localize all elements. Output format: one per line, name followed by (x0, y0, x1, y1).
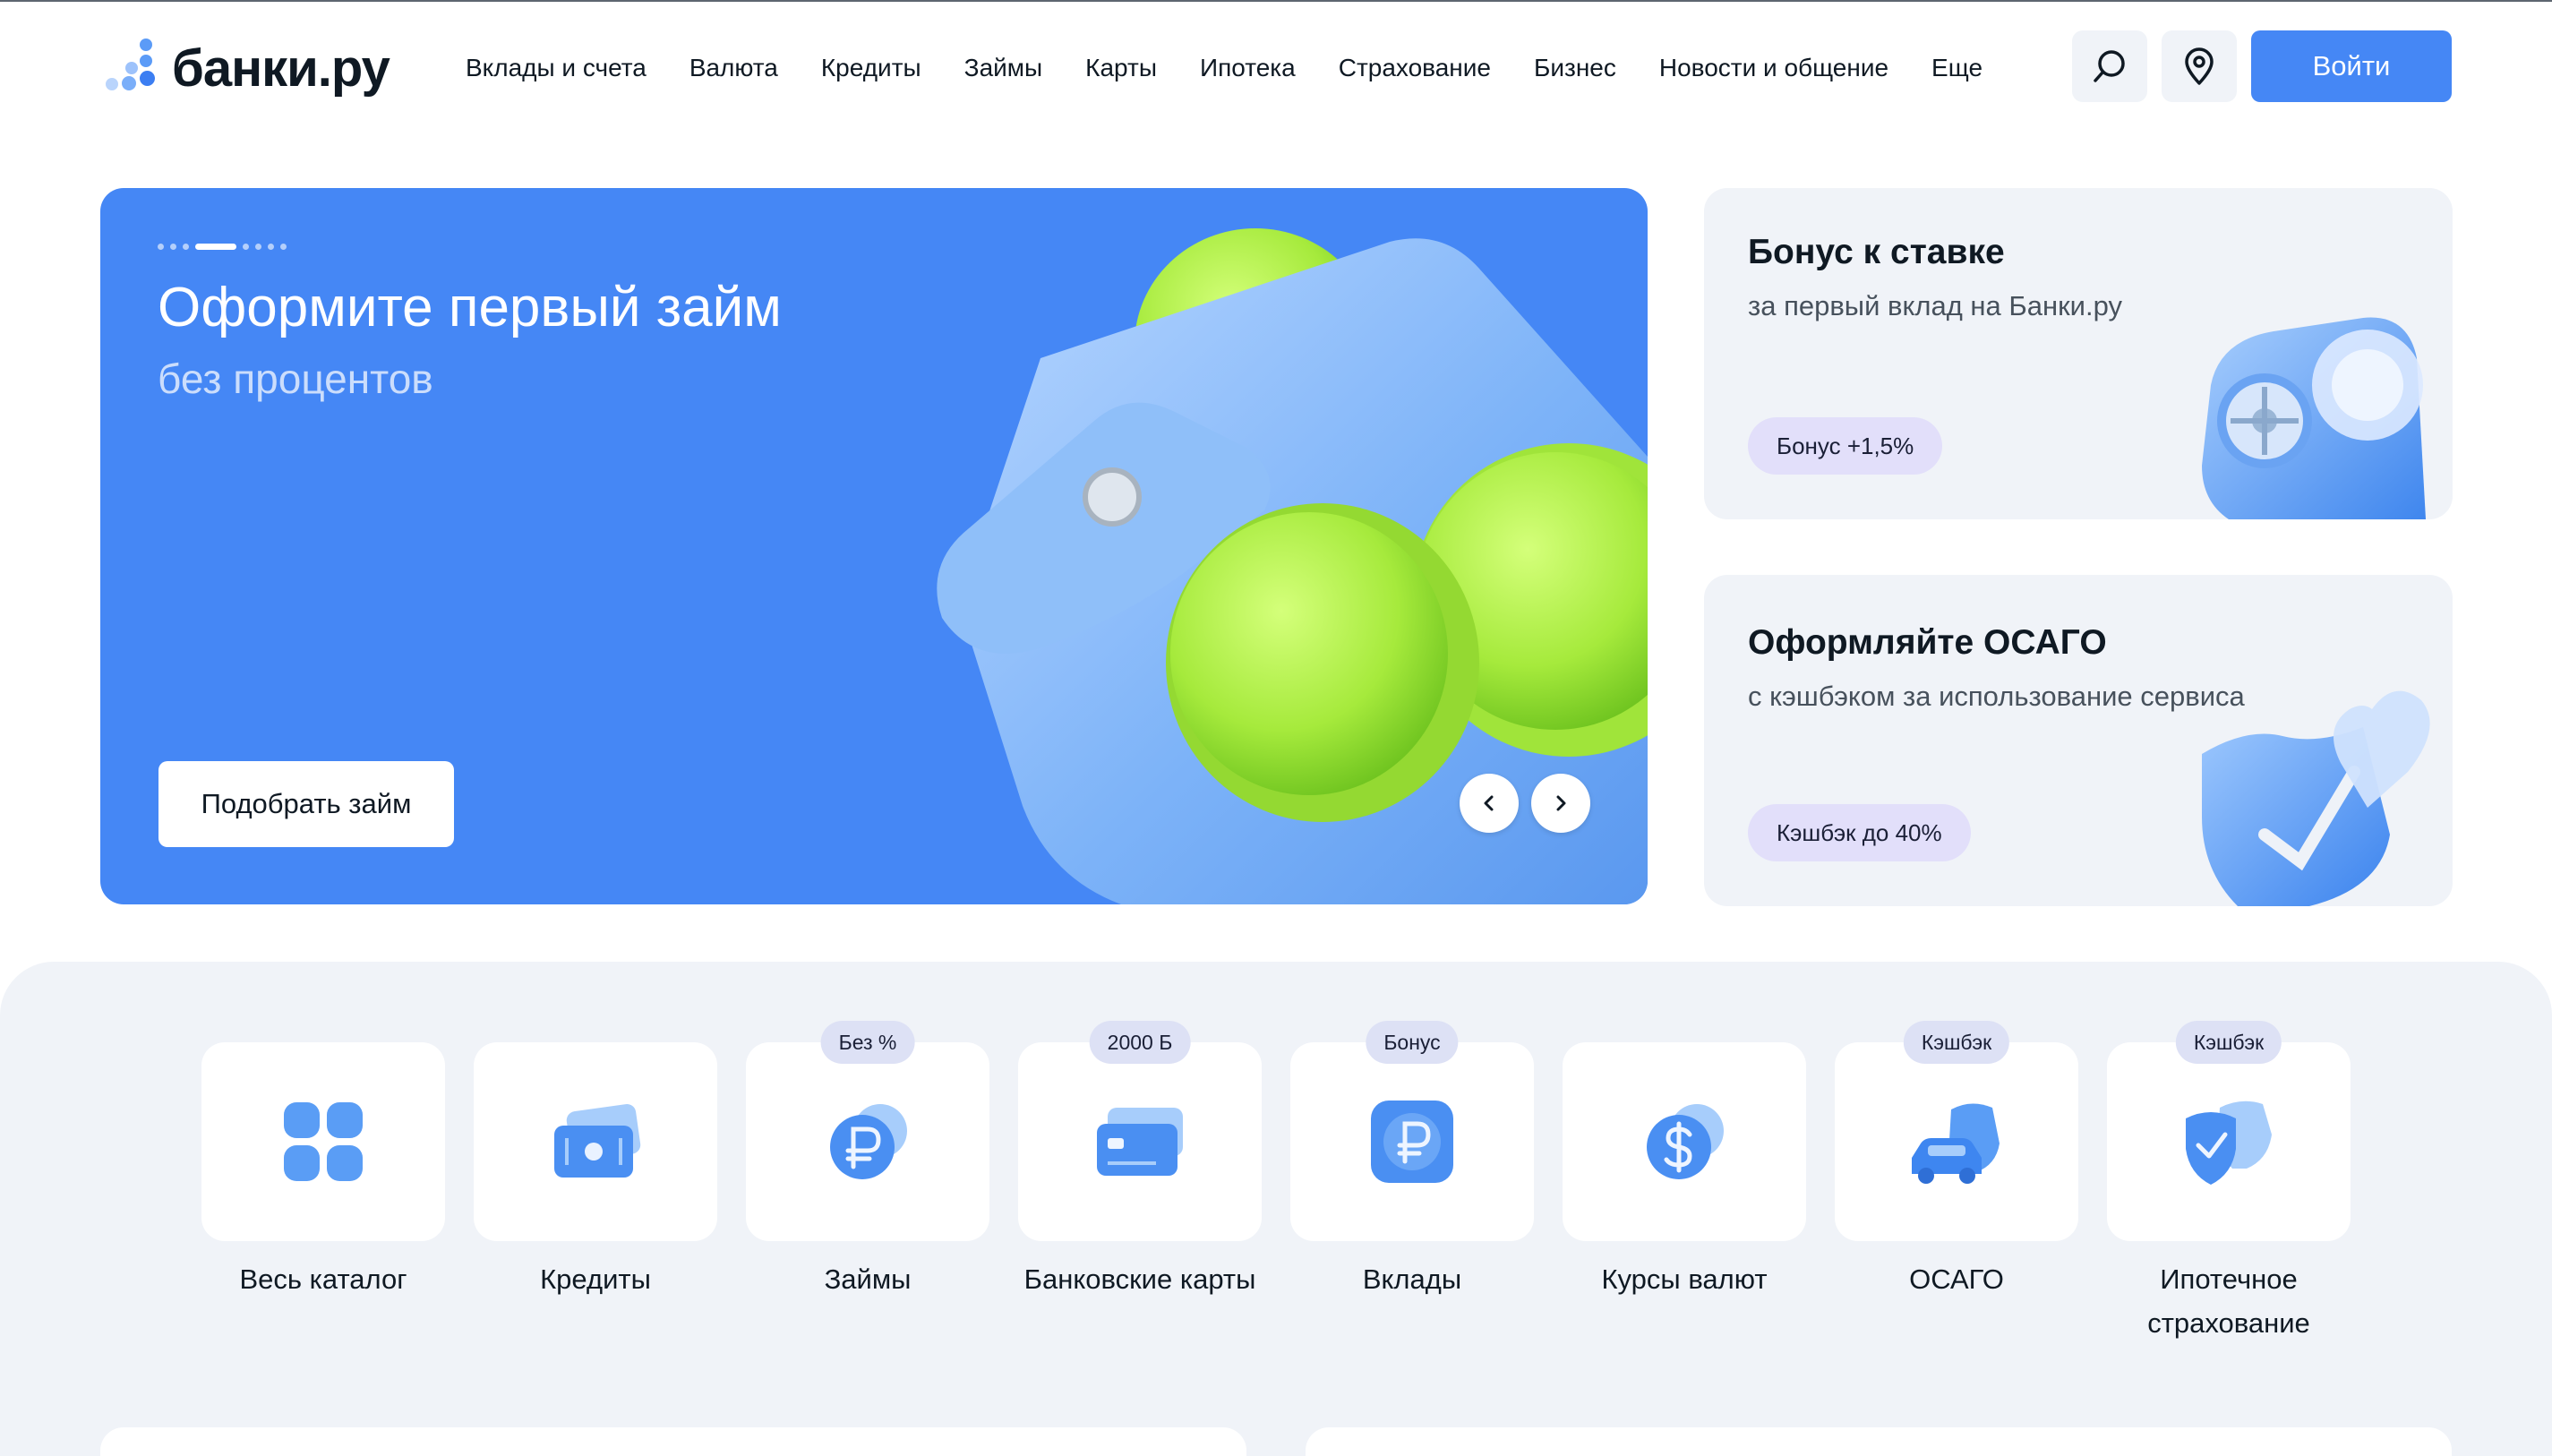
slider-next-button[interactable] (1531, 774, 1590, 833)
hero-title: Оформите первый займ (158, 277, 782, 338)
cash-icon (554, 1103, 641, 1178)
slider-prev-button[interactable] (1460, 774, 1519, 833)
nav-news[interactable]: Новости и общение (1659, 54, 1888, 82)
catalog-tile: Бонус (1290, 1021, 1534, 1241)
nav-more[interactable]: Еще (1931, 54, 1983, 82)
catalog-tile: Кэшбэк (1835, 1021, 2078, 1241)
catalog-label: Банковские карты (1023, 1263, 1256, 1295)
logo-text: банки.ру (172, 39, 390, 98)
promo-title: Оформляйте ОСАГО (1748, 623, 2107, 662)
nav-business[interactable]: Бизнес (1534, 54, 1616, 82)
catalog-item-loans[interactable]: Без % Займы (746, 1021, 989, 1301)
catalog-label: Весь каталог (239, 1263, 407, 1295)
catalog-badge: Кэшбэк (1903, 1021, 2010, 1064)
catalog-item-osago[interactable]: Кэшбэк ОСАГО (1835, 1021, 2078, 1301)
chevron-right-icon (1556, 795, 1566, 811)
catalog-item-mortgage-insurance[interactable]: Кэшбэк Ипотечное страхование (2107, 1021, 2351, 1345)
catalog-label: Курсы валют (1601, 1263, 1768, 1295)
search-icon (2094, 50, 2125, 82)
catalog-item-bank-cards[interactable]: 2000 Б Банковские карты (1018, 1021, 1262, 1301)
main-nav: Вклады и счета Валюта Кредиты Займы Карт… (466, 54, 2025, 82)
shield-heart-illustration (2202, 690, 2430, 906)
catalog-tile (474, 1042, 717, 1241)
catalog-label: Займы (824, 1263, 912, 1295)
car-shield-icon (1912, 1103, 2000, 1184)
dollar-coin-icon (1647, 1104, 1724, 1179)
catalog-label: Ипотечное страхование (2147, 1263, 2310, 1339)
catalog-tile (1563, 1042, 1806, 1241)
promo-badge: Кэшбэк до 40% (1748, 804, 1971, 861)
nav-cards[interactable]: Карты (1085, 54, 1157, 82)
catalog-tile: Без % (746, 1021, 989, 1241)
slider-dots[interactable] (158, 244, 293, 250)
nav-currency[interactable]: Валюта (689, 54, 778, 82)
ruble-square-icon (1371, 1101, 1453, 1183)
catalog-tile (201, 1042, 445, 1241)
location-button[interactable] (2162, 30, 2237, 102)
promo-badge: Бонус +1,5% (1748, 417, 1943, 475)
catalog-badge: 2000 Б (1089, 1021, 1191, 1064)
catalog-item-deposits[interactable]: Бонус Вклады (1290, 1021, 1534, 1301)
catalog-label: Вклады (1362, 1263, 1462, 1295)
catalog-badge: Бонус (1366, 1021, 1459, 1064)
logo-dots-icon (100, 37, 159, 99)
content-card (1306, 1427, 2452, 1456)
pick-loan-button[interactable]: Подобрать займ (158, 761, 454, 847)
promo-title: Бонус к ставке (1748, 233, 2005, 271)
hero-subtitle: без процентов (158, 355, 433, 402)
nav-mortgage[interactable]: Ипотека (1200, 54, 1296, 82)
login-button[interactable]: Войти (2251, 30, 2452, 102)
catalog-label: ОСАГО (1909, 1263, 2004, 1295)
promo-card-osago[interactable]: Оформляйте ОСАГО с кэшбэком за использов… (1704, 575, 2453, 906)
catalog-item-all[interactable]: Весь каталог (201, 1042, 445, 1301)
grid-icon (284, 1102, 363, 1181)
catalog-item-credits[interactable]: Кредиты (474, 1042, 717, 1301)
nav-credits[interactable]: Кредиты (821, 54, 921, 82)
catalog-item-exchange-rates[interactable]: Курсы валют (1563, 1042, 1806, 1301)
logo[interactable]: банки.ру (100, 34, 390, 102)
catalog-badge: Кэшбэк (2175, 1021, 2282, 1064)
nav-insurance[interactable]: Страхование (1339, 54, 1491, 82)
nav-deposits[interactable]: Вклады и счета (466, 54, 647, 82)
chevron-left-icon (1484, 795, 1494, 811)
ruble-coin-icon (830, 1104, 907, 1179)
safe-illustration (2202, 317, 2426, 519)
catalog-tile: 2000 Б (1018, 1021, 1262, 1241)
bank-card-icon (1097, 1108, 1183, 1176)
search-button[interactable] (2072, 30, 2147, 102)
catalog-badge: Без % (820, 1021, 915, 1064)
shield-check-icon (2186, 1101, 2272, 1185)
nav-loans[interactable]: Займы (964, 54, 1043, 82)
catalog-label: Кредиты (540, 1263, 651, 1295)
hero-banner[interactable]: Оформите первый займ без процентов Подоб… (100, 188, 1648, 904)
promo-card-deposit-bonus[interactable]: Бонус к ставке за первый вклад на Банки.… (1704, 188, 2453, 519)
content-card (100, 1427, 1246, 1456)
location-pin-icon (2185, 47, 2214, 85)
catalog-tile: Кэшбэк (2107, 1021, 2351, 1241)
catalog-section: Весь каталог Кредиты Без % Займы 2000 Б … (0, 962, 2552, 1456)
site-header: банки.ру Вклады и счета Валюта Кредиты З… (0, 2, 2552, 133)
